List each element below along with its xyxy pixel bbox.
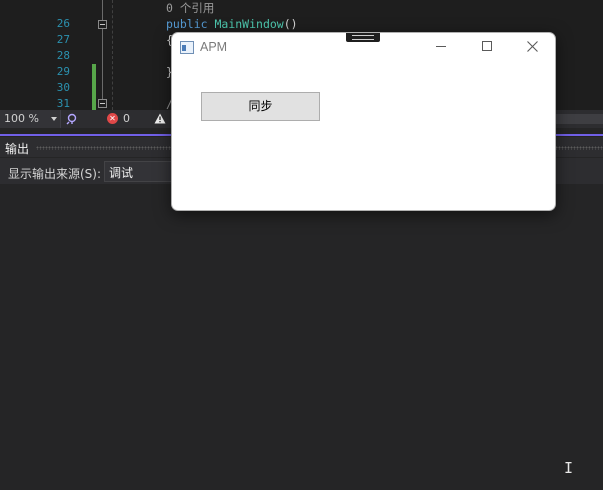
- warning-icon[interactable]: [154, 113, 166, 124]
- method-name: MainWindow: [214, 17, 284, 31]
- minimize-button[interactable]: [417, 33, 463, 61]
- zoom-value: 100 %: [4, 112, 39, 125]
- maximize-button[interactable]: [463, 33, 509, 61]
- close-icon: [527, 41, 538, 52]
- sync-button[interactable]: 同步: [201, 92, 320, 121]
- line-number: 26: [56, 17, 70, 30]
- window-titlebar[interactable]: APM: [172, 33, 555, 63]
- output-panel-title: 输出: [5, 142, 30, 156]
- keyword: public: [166, 17, 208, 31]
- line-number: 29: [56, 65, 70, 78]
- zoom-dropdown[interactable]: 100 %: [0, 110, 61, 128]
- collapse-icon[interactable]: [98, 99, 107, 108]
- change-indicator: [92, 64, 96, 110]
- chevron-down-icon: [51, 117, 57, 121]
- fold-line: [102, 0, 103, 20]
- error-count[interactable]: 0: [123, 112, 130, 125]
- window-title: APM: [200, 40, 228, 54]
- source-label: 显示输出来源(S):: [8, 167, 102, 181]
- output-source-value: 调试: [109, 166, 134, 180]
- line-number: 28: [56, 49, 70, 62]
- indent-guide: [112, 0, 113, 110]
- code-line[interactable]: public MainWindow(): [166, 16, 298, 32]
- collapse-icon[interactable]: [98, 20, 107, 29]
- app-icon: [180, 41, 194, 54]
- error-icon[interactable]: ✕: [107, 113, 118, 124]
- line-number: 30: [56, 81, 70, 94]
- code-punct: (): [283, 17, 298, 31]
- code-lens-references[interactable]: 0 个引用: [166, 0, 214, 16]
- line-number: 31: [56, 97, 70, 110]
- line-number: 27: [56, 33, 70, 46]
- intellicode-icon[interactable]: [66, 113, 78, 125]
- output-text-area[interactable]: [0, 184, 603, 490]
- apm-window[interactable]: APM 同步: [171, 32, 556, 211]
- fold-line: [102, 29, 103, 99]
- text-cursor-icon: I: [564, 459, 574, 477]
- close-button[interactable]: [509, 33, 555, 61]
